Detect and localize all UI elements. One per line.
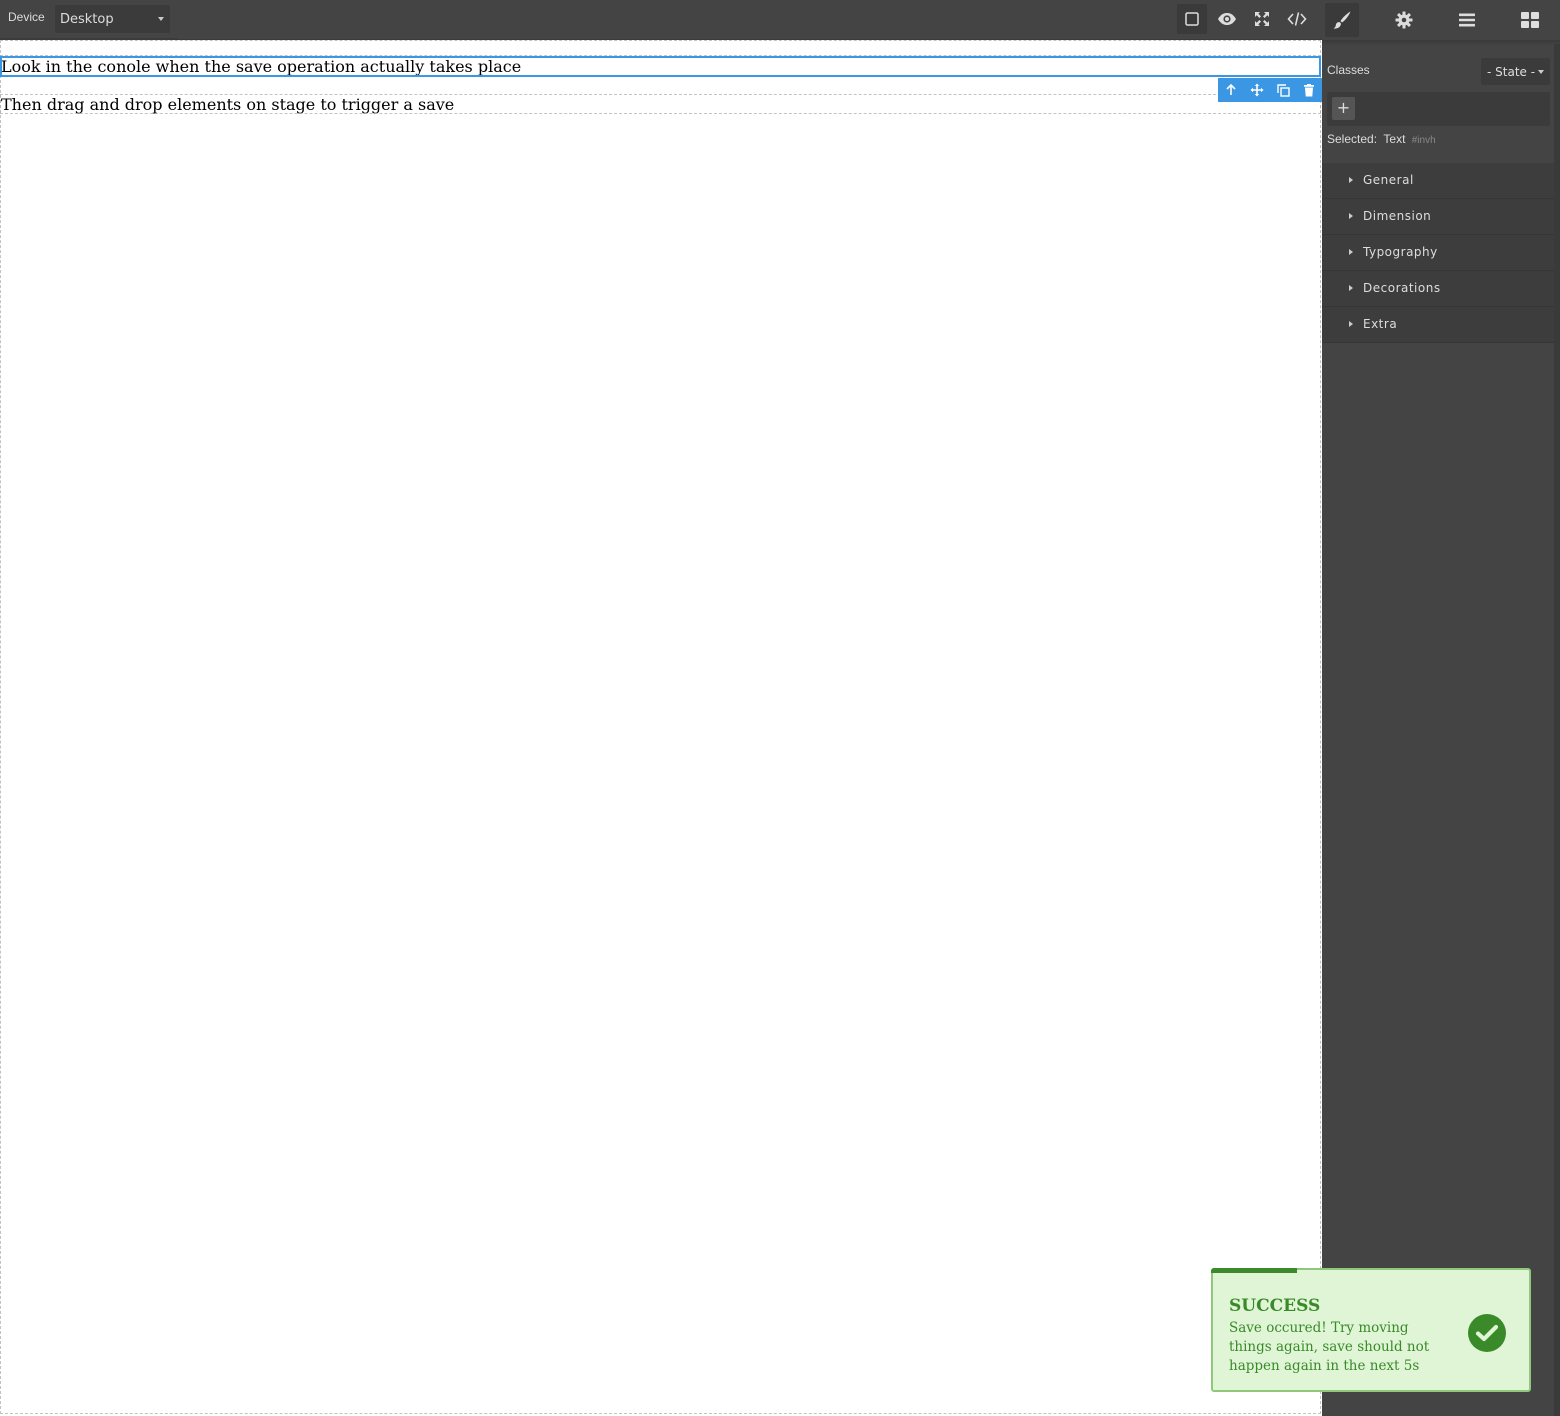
move-icon <box>1250 83 1264 97</box>
right-panel: Classes - State - + Selected: Text #invh… <box>1322 0 1560 1416</box>
caret-right-icon <box>1349 177 1353 183</box>
fullscreen-button[interactable] <box>1247 4 1277 34</box>
toast-progress-bar <box>1211 1268 1298 1273</box>
sector-label: Decorations <box>1363 281 1441 295</box>
device-select[interactable]: Desktop <box>55 5 170 33</box>
code-icon <box>1287 12 1307 26</box>
panel-tabs <box>1322 0 1560 40</box>
add-class-button[interactable]: + <box>1332 97 1355 120</box>
grid-icon <box>1521 12 1539 28</box>
clone-button[interactable] <box>1273 80 1293 100</box>
selected-label: Selected: <box>1327 132 1378 146</box>
chevron-down-icon <box>1538 70 1544 74</box>
delete-button[interactable] <box>1299 80 1319 100</box>
sector-dimension[interactable]: Dimension <box>1322 199 1554 235</box>
selected-name: Text <box>1383 132 1406 146</box>
selected-info: Selected: Text #invh <box>1327 132 1436 146</box>
state-select-value: - State - <box>1487 65 1536 79</box>
sector-label: General <box>1363 173 1414 187</box>
eye-icon <box>1218 13 1236 25</box>
caret-right-icon <box>1349 321 1353 327</box>
sector-label: Typography <box>1363 245 1438 259</box>
caret-right-icon <box>1349 285 1353 291</box>
caret-right-icon <box>1349 213 1353 219</box>
toast-title: SUCCESS <box>1229 1296 1321 1316</box>
sector-general[interactable]: General <box>1322 163 1554 199</box>
toast-message: Save occured! Try moving things again, s… <box>1229 1320 1430 1374</box>
sector-extra[interactable]: Extra <box>1322 307 1554 343</box>
panel-scroll-edge <box>1554 44 1560 1416</box>
component-toolbar <box>1218 78 1322 102</box>
editor-canvas[interactable]: Look in the conole when the save operati… <box>0 40 1322 1416</box>
gear-icon <box>1395 11 1413 29</box>
check-circle-icon <box>1468 1314 1506 1352</box>
move-button[interactable] <box>1247 80 1267 100</box>
selected-id: #invh <box>1411 135 1436 146</box>
panel-divider <box>1322 40 1560 46</box>
copy-icon <box>1276 83 1290 97</box>
style-sectors: General Dimension Typography Decorations… <box>1322 163 1554 343</box>
device-select-value: Desktop <box>60 12 114 27</box>
trash-icon <box>1304 83 1314 96</box>
editor-top-bar: Device Desktop <box>0 0 1322 40</box>
caret-right-icon <box>1349 249 1353 255</box>
fullscreen-icon <box>1255 12 1269 26</box>
paint-brush-icon <box>1333 11 1351 29</box>
chevron-down-icon <box>158 17 164 21</box>
component-outline <box>0 94 1321 114</box>
blocks-tab[interactable] <box>1513 3 1547 37</box>
sw-visibility-button[interactable] <box>1177 4 1207 34</box>
sector-typography[interactable]: Typography <box>1322 235 1554 271</box>
bars-icon <box>1459 13 1475 27</box>
wrapper-outline <box>0 40 1321 1414</box>
sector-label: Dimension <box>1363 209 1432 223</box>
device-label: Device <box>8 10 45 24</box>
layer-manager-tab[interactable] <box>1450 3 1484 37</box>
sector-decorations[interactable]: Decorations <box>1322 271 1554 307</box>
success-toast[interactable]: SUCCESS Save occured! Try moving things … <box>1211 1268 1531 1392</box>
arrow-up-icon <box>1226 84 1236 95</box>
state-select[interactable]: - State - <box>1481 58 1550 85</box>
select-parent-button[interactable] <box>1221 80 1241 100</box>
square-outline-icon <box>1185 12 1199 26</box>
style-manager-tab[interactable] <box>1325 3 1359 37</box>
classes-tags-box: + <box>1327 92 1550 126</box>
selected-component-outline <box>0 56 1321 77</box>
preview-button[interactable] <box>1212 4 1242 34</box>
export-template-button[interactable] <box>1282 4 1312 34</box>
sector-label: Extra <box>1363 317 1398 331</box>
classes-label: Classes <box>1327 63 1370 77</box>
trait-manager-tab[interactable] <box>1387 3 1421 37</box>
